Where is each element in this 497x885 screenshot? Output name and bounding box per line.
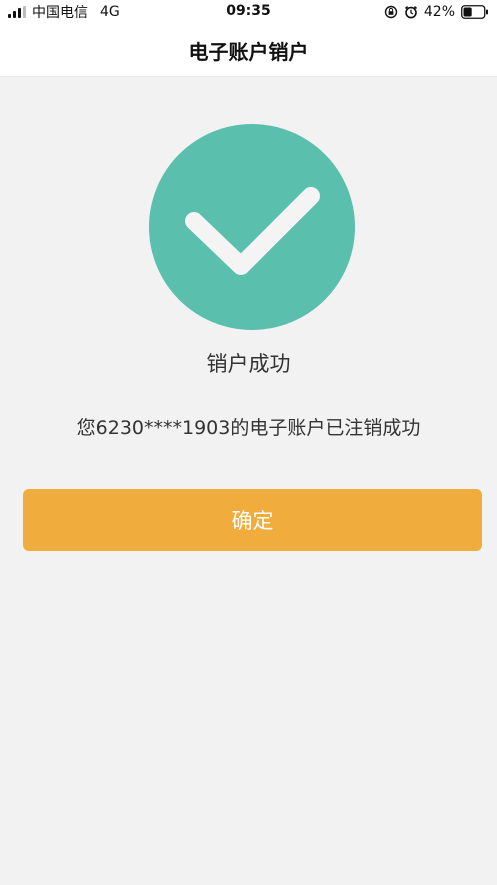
page-title: 电子账户销户: [188, 40, 309, 64]
battery-percent: 42%: [423, 4, 455, 20]
status-bar: 中国电信 4G 09:35 42%: [0, 0, 497, 24]
status-right: 42%: [384, 3, 489, 21]
check-circle-icon: [149, 124, 355, 330]
result-title: 销户成功: [206, 352, 291, 376]
confirm-button[interactable]: 确定: [23, 489, 482, 551]
battery-icon: [461, 5, 489, 19]
alarm-icon: [404, 5, 418, 19]
nav-bar: 电子账户销户: [0, 24, 497, 77]
result-message: 您6230****1903的电子账户已注销成功: [76, 417, 421, 439]
rotation-lock-icon: [384, 5, 398, 19]
